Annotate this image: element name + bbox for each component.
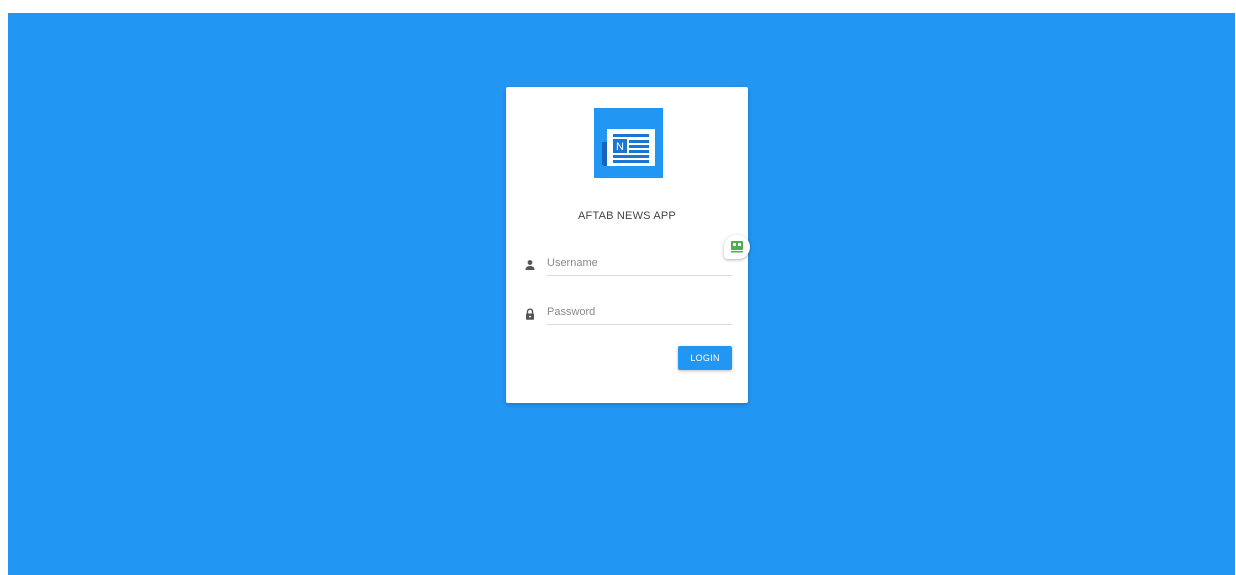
- login-card: N AFTAB NEWS APP LOGIN: [506, 87, 748, 403]
- password-field: [524, 300, 732, 328]
- password-input[interactable]: [547, 300, 732, 325]
- password-manager-badge[interactable]: [724, 235, 750, 259]
- username-field: [524, 251, 732, 279]
- app-title: AFTAB NEWS APP: [578, 210, 676, 222]
- app-logo: N: [594, 108, 663, 178]
- lock-icon: [526, 308, 534, 320]
- username-input[interactable]: [547, 251, 732, 276]
- logo-letter: N: [616, 141, 624, 153]
- person-icon: [525, 260, 535, 270]
- newspaper-icon: N: [602, 129, 655, 166]
- password-manager-icon: [731, 241, 743, 253]
- login-button[interactable]: LOGIN: [678, 346, 732, 370]
